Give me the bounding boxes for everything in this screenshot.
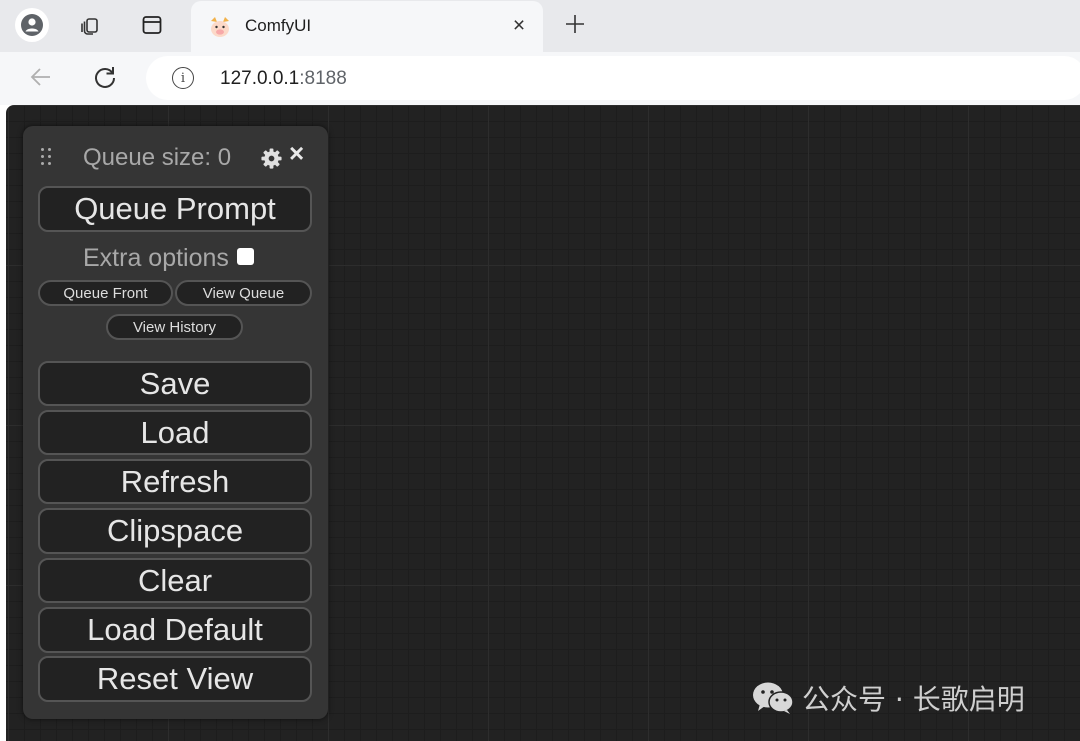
comfyui-favicon <box>211 17 229 37</box>
tab-actions-button[interactable] <box>73 8 107 42</box>
extra-options-checkbox[interactable] <box>236 248 254 265</box>
view-queue-button[interactable]: View Queue <box>175 280 312 306</box>
sidebar-toggle-button[interactable] <box>135 8 169 42</box>
drag-handle-icon[interactable] <box>41 148 53 168</box>
watermark: 公众号 · 长歌启明 <box>752 680 1025 716</box>
save-button[interactable]: Save <box>38 361 312 406</box>
extra-options-label: Extra options <box>83 244 229 272</box>
reset-view-button[interactable]: Reset View <box>38 656 312 702</box>
tab-actions-icon <box>81 18 98 35</box>
browser-tab-bar: ComfyUI × <box>0 0 1080 52</box>
clear-button[interactable]: Clear <box>38 558 312 603</box>
sidebar-icon <box>142 16 162 34</box>
new-tab-button[interactable] <box>559 8 591 40</box>
wechat-icon <box>753 682 794 714</box>
browser-toolbar: i 127.0.0.1:8188 <box>0 52 1080 105</box>
url-text: 127.0.0.1:8188 <box>220 68 347 90</box>
queue-prompt-button[interactable]: Queue Prompt <box>38 186 312 232</box>
close-menu-icon[interactable]: × <box>289 140 304 166</box>
load-button[interactable]: Load <box>38 410 312 455</box>
queue-front-button[interactable]: Queue Front <box>38 280 173 306</box>
view-history-button[interactable]: View History <box>106 314 243 340</box>
profile-icon <box>21 14 43 36</box>
close-tab-icon[interactable]: × <box>507 14 531 38</box>
back-arrow-icon <box>30 68 50 86</box>
reload-icon <box>95 67 115 88</box>
comfy-menu-panel: Queue size: 0 × Queue Prompt Extra optio… <box>23 126 328 719</box>
gear-icon[interactable] <box>260 147 283 170</box>
watermark-text: 公众号 · 长歌启明 <box>802 683 1025 716</box>
url-host: 127.0.0.1 <box>220 68 300 89</box>
clipspace-button[interactable]: Clipspace <box>38 508 312 554</box>
tab-title: ComfyUI <box>245 16 312 35</box>
address-bar[interactable]: i 127.0.0.1:8188 <box>146 56 1080 100</box>
refresh-button[interactable]: Refresh <box>38 459 312 504</box>
info-icon[interactable]: i <box>172 67 194 89</box>
tab-comfyui[interactable]: ComfyUI × <box>191 1 543 52</box>
load-default-button[interactable]: Load Default <box>38 607 312 653</box>
reload-button[interactable] <box>89 61 121 93</box>
plus-icon <box>566 15 584 33</box>
profile-button[interactable] <box>15 8 49 42</box>
extra-options-row: Extra options <box>83 244 254 273</box>
queue-size-label: Queue size: 0 <box>83 144 232 171</box>
back-button[interactable] <box>25 61 57 93</box>
url-port: :8188 <box>299 68 347 89</box>
